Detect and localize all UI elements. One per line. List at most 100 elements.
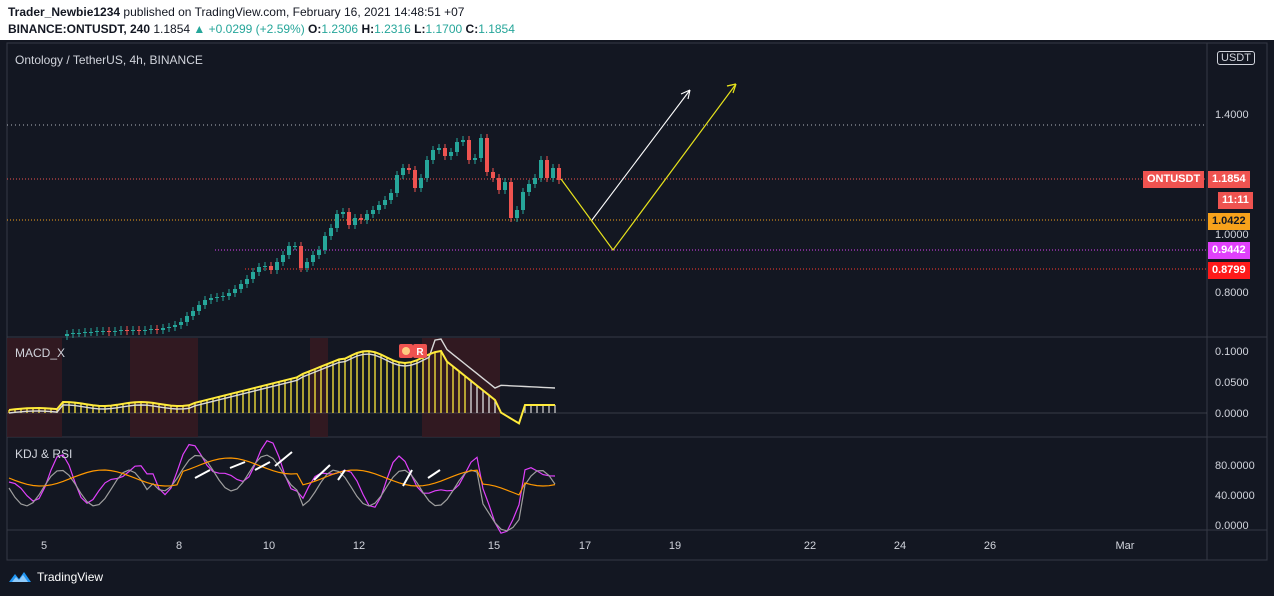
brand-name: TradingView	[37, 570, 104, 584]
candle-body	[317, 250, 321, 255]
candle-body	[365, 214, 369, 220]
candle-body	[131, 330, 135, 331]
chart-title: Ontology / TetherUS, 4h, BINANCE	[15, 53, 203, 67]
candle-body	[557, 168, 561, 180]
candle-body	[437, 148, 441, 150]
candle-body	[239, 284, 243, 289]
macd-marker-text: R	[416, 347, 424, 358]
candle-body	[515, 210, 519, 218]
time-tick: 5	[40, 540, 48, 552]
candle-body	[461, 140, 465, 142]
price-tick: 1.4000	[1215, 109, 1249, 121]
time-tick: 22	[803, 540, 817, 552]
kdj-tick: 40.0000	[1215, 490, 1255, 502]
time-tick: 10	[262, 540, 276, 552]
candle-body	[179, 322, 183, 325]
candle-body	[215, 297, 219, 298]
candle-body	[281, 255, 285, 262]
candle-body	[341, 212, 345, 214]
candle-body	[503, 182, 507, 190]
candle-body	[149, 329, 153, 330]
candle-body	[83, 332, 87, 333]
level-tag-3: 0.8799	[1208, 262, 1250, 279]
kdj-tick: 0.0000	[1215, 520, 1249, 532]
candle-body	[113, 331, 117, 332]
candle-body	[161, 328, 165, 330]
candle-body	[497, 178, 501, 190]
candle-body	[299, 246, 303, 268]
candle-body	[95, 331, 99, 332]
candle-body	[191, 311, 195, 316]
candle-body	[521, 192, 525, 210]
level-tag-2: 0.9442	[1208, 242, 1250, 259]
candle-body	[485, 138, 489, 172]
candle-body	[527, 184, 531, 192]
candle-body	[89, 332, 93, 333]
candle-body	[545, 160, 549, 178]
time-tick: 12	[352, 540, 366, 552]
candle-body	[329, 228, 333, 236]
candle-body	[443, 148, 447, 156]
candle-body	[257, 267, 261, 272]
footer: TradingView	[0, 562, 1274, 596]
candle-body	[419, 178, 423, 188]
chart-canvas[interactable]: R	[0, 0, 1274, 562]
candle-body	[71, 333, 75, 334]
last-price-tag: 1.1854	[1208, 171, 1250, 188]
candle-body	[125, 330, 129, 331]
kdj-tick: 80.0000	[1215, 460, 1255, 472]
candle-body	[167, 327, 171, 328]
candle-body	[197, 305, 201, 311]
candle-body	[275, 262, 279, 270]
candle-body	[185, 316, 189, 322]
candle-body	[347, 212, 351, 225]
candle-body	[65, 334, 69, 336]
candle-body	[377, 205, 381, 210]
candle-body	[395, 175, 399, 193]
candle-body	[335, 214, 339, 228]
time-tick: 19	[668, 540, 682, 552]
chart-frame	[6, 42, 1268, 561]
candle-body	[473, 158, 477, 160]
time-tick: 15	[487, 540, 501, 552]
tradingview-brand[interactable]: TradingView	[8, 570, 103, 584]
candle-body	[173, 325, 177, 327]
candle-body	[407, 168, 411, 170]
candle-body	[359, 218, 363, 220]
macd-marker: R	[399, 344, 427, 358]
candle-body	[449, 152, 453, 156]
candle-body	[509, 182, 513, 218]
candle-body	[203, 300, 207, 305]
candle-body	[455, 142, 459, 152]
candle-body	[233, 289, 237, 293]
candle-body	[425, 160, 429, 178]
candle-body	[269, 266, 273, 270]
candle-body	[401, 168, 405, 175]
macd-tick: 0.1000	[1215, 346, 1249, 358]
candle-body	[539, 160, 543, 178]
candle-body	[101, 331, 105, 332]
candle-body	[305, 262, 309, 268]
candle-body	[383, 200, 387, 205]
time-tick: 8	[175, 540, 183, 552]
candle-body	[467, 140, 471, 160]
candle-body	[227, 293, 231, 296]
candle-body	[155, 329, 159, 330]
tradingview-logo-icon	[9, 572, 31, 582]
candle-body	[551, 168, 555, 178]
time-tick: 17	[578, 540, 592, 552]
candle-body	[251, 272, 255, 279]
candle-body	[209, 298, 213, 300]
time-tick: 24	[893, 540, 907, 552]
candle-body	[491, 172, 495, 178]
candle-body	[245, 279, 249, 284]
macd-title: MACD_X	[15, 346, 66, 360]
candle-body	[119, 330, 123, 331]
candle-body	[413, 170, 417, 188]
candle-body	[107, 331, 111, 332]
price-tick: 1.0000	[1215, 229, 1249, 241]
currency-unit-badge[interactable]: USDT	[1217, 51, 1255, 65]
candle-body	[311, 255, 315, 262]
bar-countdown-tag: 11:11	[1218, 192, 1253, 209]
bear-icon	[402, 347, 410, 355]
